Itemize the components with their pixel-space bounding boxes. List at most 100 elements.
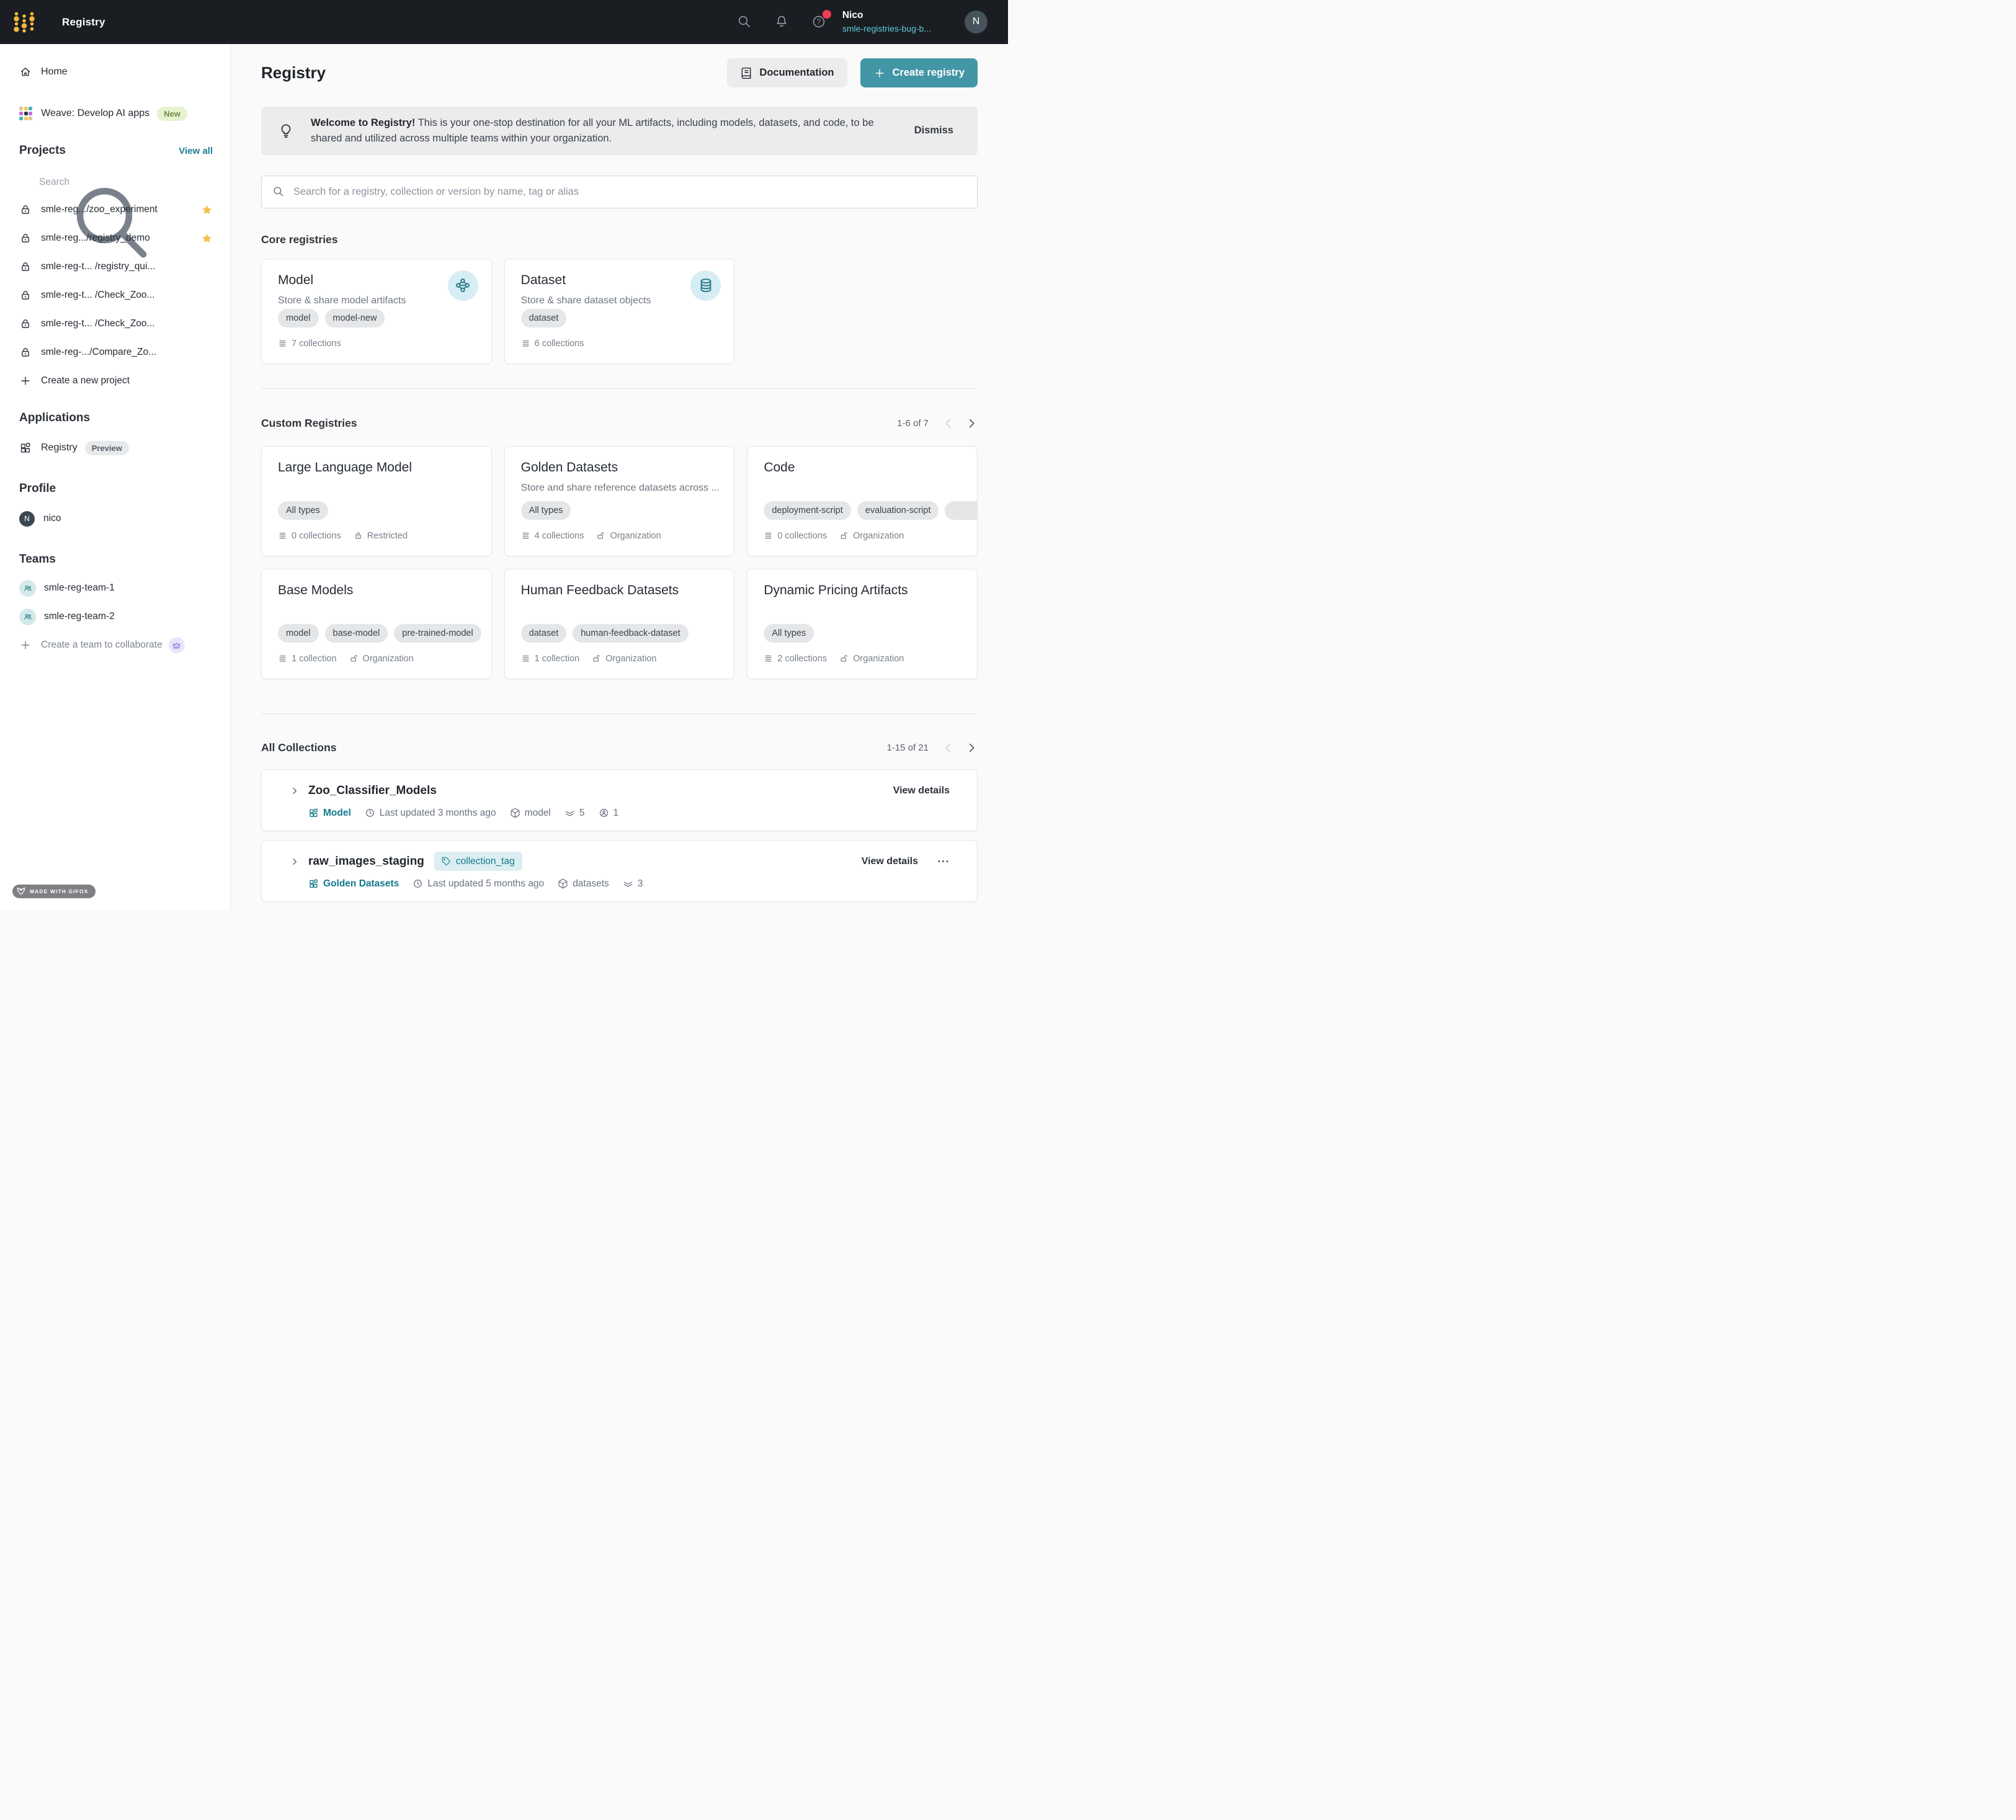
sidebar-item-team[interactable]: smle-reg-team-2: [19, 602, 213, 631]
collections-count: 1 collection: [521, 654, 580, 664]
user-menu[interactable]: Nico smle-registries-bug-b...: [842, 9, 931, 34]
registry-card[interactable]: Golden Datasets Store and share referenc…: [504, 446, 735, 556]
core-registries-grid: Model Store & share model artifacts mode…: [261, 259, 978, 364]
search-icon[interactable]: [737, 14, 752, 29]
sidebar-project[interactable]: smle-reg-t... /Check_Zoo...: [19, 281, 213, 310]
registry-card[interactable]: Code deployment-script evaluation-script…: [747, 446, 978, 556]
lock-icon: [19, 346, 32, 359]
pagination-next-icon[interactable]: [966, 742, 978, 754]
collections-list: Zoo_Classifier_Models View details Model…: [261, 769, 978, 902]
person-icon: [599, 808, 609, 818]
help-icon[interactable]: [811, 14, 826, 29]
top-navbar: Registry Nico smle-registries-bug-b... N: [0, 0, 1008, 44]
registry-grid-icon: [308, 808, 319, 818]
made-with-gifox-badge[interactable]: MADE WITH GIFOX: [12, 885, 96, 898]
registry-card[interactable]: Base Models model base-model pre-trained…: [261, 569, 492, 679]
pagination-next-icon[interactable]: [966, 417, 978, 429]
view-details-button[interactable]: View details: [893, 785, 950, 796]
sidebar-item-home[interactable]: Home: [19, 58, 213, 86]
layers-icon: [564, 808, 575, 818]
search-icon: [19, 177, 30, 188]
star-icon[interactable]: [201, 233, 213, 244]
collection-row: Zoo_Classifier_Models View details Model…: [261, 769, 978, 831]
new-badge: New: [157, 107, 187, 121]
pagination-prev-icon[interactable]: [942, 417, 954, 429]
sidebar-item-registry-app[interactable]: Registry Preview: [19, 434, 213, 462]
more-menu-icon[interactable]: [937, 855, 950, 868]
tag-pill: deployment-script: [764, 501, 850, 520]
collection-title[interactable]: Zoo_Classifier_Models: [308, 784, 437, 798]
user-org: smle-registries-bug-b...: [842, 23, 931, 34]
registry-card[interactable]: Human Feedback Datasets dataset human-fe…: [504, 569, 735, 679]
tag-list: dataset human-feedback-dataset: [521, 624, 718, 643]
artifact-type: datasets: [558, 878, 609, 890]
collection-title[interactable]: raw_images_staging: [308, 855, 424, 868]
lock-open-icon: [839, 531, 849, 540]
list-icon: [278, 654, 287, 663]
sidebar-project[interactable]: smle-reg-t... /Check_Zoo...: [19, 310, 213, 338]
tag-list: dataset: [521, 309, 718, 328]
sidebar-item-weave[interactable]: Weave: Develop AI apps New: [19, 99, 213, 128]
lock-icon: [19, 203, 32, 216]
profile-heading: Profile: [19, 482, 213, 496]
expand-chevron-icon[interactable]: [290, 787, 299, 795]
avatar[interactable]: N: [965, 11, 988, 33]
create-registry-button[interactable]: Create registry: [860, 58, 978, 87]
registry-grid-icon: [308, 878, 319, 889]
dismiss-button[interactable]: Dismiss: [914, 125, 953, 136]
plus-icon: [873, 67, 886, 79]
core-card-dataset[interactable]: Dataset Store & share dataset objects da…: [504, 259, 735, 364]
clock-icon: [413, 878, 423, 889]
core-card-model[interactable]: Model Store & share model artifacts mode…: [261, 259, 492, 364]
teams-heading: Teams: [19, 553, 213, 566]
pagination-prev-icon[interactable]: [942, 742, 954, 754]
projects-search-input[interactable]: [39, 177, 182, 188]
custom-pagination: 1-6 of 7: [897, 417, 978, 429]
pagination-range: 1-15 of 21: [886, 743, 929, 753]
tag-pill: evaluation-script: [857, 501, 939, 520]
star-icon[interactable]: [201, 204, 213, 216]
registry-link[interactable]: Golden Datasets: [308, 878, 399, 890]
visibility: Organization: [839, 654, 904, 664]
expand-chevron-icon[interactable]: [290, 857, 299, 866]
weave-icon: [19, 107, 32, 120]
visibility: Organization: [592, 654, 656, 664]
tag-pill: model: [278, 624, 319, 643]
list-icon: [521, 654, 530, 663]
registry-grid-icon: [19, 442, 32, 454]
collection-tag-pill[interactable]: collection_tag: [434, 852, 522, 871]
documentation-button[interactable]: Documentation: [727, 58, 847, 87]
sidebar-item-team[interactable]: smle-reg-team-1: [19, 574, 213, 602]
registry-link[interactable]: Model: [308, 808, 351, 819]
registry-card[interactable]: Dynamic Pricing Artifacts All types 2 co…: [747, 569, 978, 679]
registry-card[interactable]: Large Language Model All types 0 collect…: [261, 446, 492, 556]
collections-count: 0 collections: [764, 531, 827, 541]
create-team-button[interactable]: Create a team to collaborate: [19, 631, 213, 659]
collections-count: 7 collections: [278, 339, 341, 349]
tag-pill: All types: [278, 501, 328, 520]
notifications-bell-icon[interactable]: [774, 14, 789, 29]
sidebar-item-profile[interactable]: N nico: [19, 504, 213, 533]
list-icon: [764, 654, 773, 663]
home-icon: [19, 66, 32, 78]
registry-search-input[interactable]: [293, 186, 977, 198]
create-project-button[interactable]: Create a new project: [19, 367, 213, 395]
list-icon: [521, 339, 530, 348]
tag-icon: [442, 857, 451, 866]
book-icon: [740, 67, 752, 79]
tag-list: All types: [764, 624, 961, 643]
view-details-button[interactable]: View details: [862, 856, 918, 867]
custom-registries-grid: Large Language Model All types 0 collect…: [261, 446, 978, 679]
database-icon: [690, 270, 721, 301]
wandb-logo-icon[interactable]: [12, 10, 36, 35]
view-all-link[interactable]: View all: [179, 146, 213, 156]
tag-pill-overflow: [945, 501, 978, 520]
sidebar-project[interactable]: smle-reg-.../Compare_Zo...: [19, 338, 213, 367]
notification-dot: [823, 10, 831, 19]
tag-pill: dataset: [521, 309, 567, 328]
last-updated: Last updated 5 months ago: [413, 878, 544, 890]
visibility: Restricted: [354, 531, 408, 541]
tag-list: model base-model pre-trained-model: [278, 624, 492, 643]
pagination-range: 1-6 of 7: [897, 418, 929, 429]
model-icon: [448, 270, 478, 301]
